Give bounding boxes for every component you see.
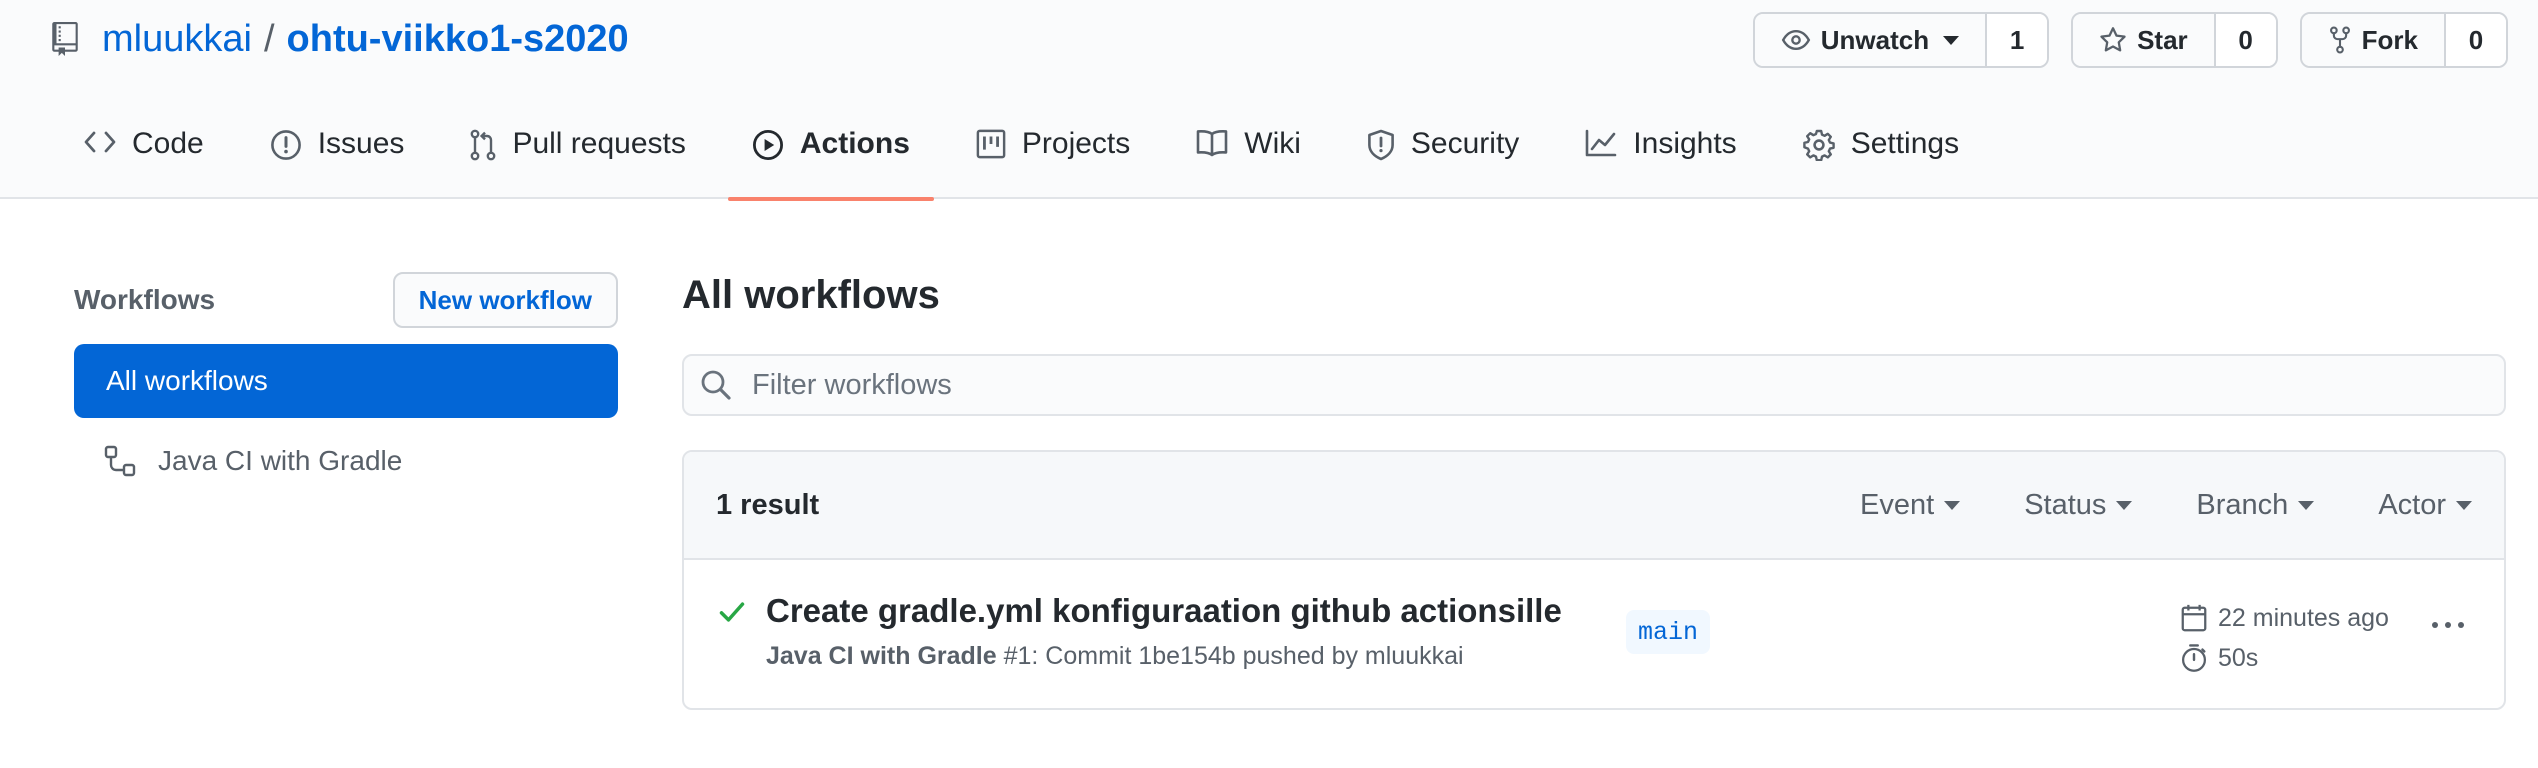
star-button[interactable]: Star xyxy=(2073,14,2214,66)
play-icon xyxy=(752,129,783,161)
search-icon xyxy=(701,370,731,400)
book-icon xyxy=(1196,129,1228,157)
issue-icon xyxy=(270,130,301,160)
project-icon xyxy=(976,129,1006,159)
unwatch-label: Unwatch xyxy=(1820,24,1930,55)
run-duration: 50s xyxy=(2218,643,2259,672)
workflows-main: All workflows 1 result Event Status Bran… xyxy=(682,265,2506,710)
tab-actions-label: Actions xyxy=(799,127,910,160)
star-count[interactable]: 0 xyxy=(2213,14,2276,66)
event-filter-label: Event xyxy=(1860,488,1935,521)
workflows-sidebar: Workflows New workflow All workflows Jav… xyxy=(74,270,618,498)
fork-group: Fork 0 xyxy=(2299,12,2508,68)
status-filter-label: Status xyxy=(2024,488,2107,521)
calendar-icon xyxy=(2181,604,2207,632)
repo-separator: / xyxy=(263,17,275,60)
tab-projects-label: Projects xyxy=(1021,127,1131,160)
chevron-down-icon xyxy=(2116,500,2133,510)
run-title-link[interactable]: Create gradle.yml konfiguraation github … xyxy=(766,592,1562,630)
result-count: 1 result xyxy=(716,488,820,521)
sidebar-item-label: All workflows xyxy=(106,365,268,396)
tab-settings[interactable]: Settings xyxy=(1779,109,1983,199)
pull-request-icon xyxy=(471,129,496,161)
stopwatch-icon xyxy=(2181,644,2207,672)
tab-code-label: Code xyxy=(132,127,204,160)
actor-filter-dropdown[interactable]: Actor xyxy=(2378,489,2472,522)
tab-actions[interactable]: Actions xyxy=(727,109,934,201)
watch-count[interactable]: 1 xyxy=(1985,14,2048,66)
run-time-ago: 22 minutes ago xyxy=(2218,603,2389,632)
unwatch-button[interactable]: Unwatch xyxy=(1754,14,1986,66)
fork-button[interactable]: Fork xyxy=(2301,14,2444,66)
tab-projects[interactable]: Projects xyxy=(952,109,1154,199)
run-meta-text: #1: Commit 1be154b pushed by mluukkai xyxy=(996,642,1464,670)
filter-box xyxy=(682,354,2506,416)
check-icon xyxy=(719,602,745,622)
run-filters: Event Status Branch Actor xyxy=(1796,489,2472,522)
eye-icon xyxy=(1781,30,1810,50)
workflow-run-row[interactable]: Create gradle.yml konfiguraation github … xyxy=(684,560,2504,708)
sidebar-item-java-ci-with-gradle[interactable]: Java CI with Gradle xyxy=(74,424,618,498)
repo-header: mluukkai / ohtu-viikko1-s2020 Unwatch 1 … xyxy=(0,0,2538,201)
run-workflow-name: Java CI with Gradle xyxy=(766,642,997,670)
star-icon xyxy=(2100,27,2126,52)
chevron-down-icon xyxy=(1943,35,1960,45)
repo-title: mluukkai / ohtu-viikko1-s2020 xyxy=(52,12,629,66)
tab-code[interactable]: Code xyxy=(60,109,228,199)
sidebar-item-all-workflows[interactable]: All workflows xyxy=(74,344,618,418)
fork-icon xyxy=(2329,26,2350,54)
graph-icon xyxy=(1585,129,1617,157)
new-workflow-button[interactable]: New workflow xyxy=(392,272,618,328)
tab-security[interactable]: Security xyxy=(1343,109,1543,199)
sidebar-title: Workflows xyxy=(74,284,216,315)
repo-icon xyxy=(52,20,84,58)
filter-workflows-input[interactable] xyxy=(752,368,2352,402)
tab-wiki-label: Wiki xyxy=(1244,127,1301,160)
repo-name-link[interactable]: ohtu-viikko1-s2020 xyxy=(287,18,629,61)
code-icon xyxy=(84,131,116,153)
pagehead-actions: Unwatch 1 Star 0 Fork 0 xyxy=(1731,12,2508,68)
run-time: 22 minutes ago 50s xyxy=(2180,598,2389,678)
sidebar-item-label: Java CI with Gradle xyxy=(158,445,403,476)
status-filter-dropdown[interactable]: Status xyxy=(2024,488,2133,522)
event-filter-dropdown[interactable]: Event xyxy=(1860,488,1961,522)
tab-pull-requests-label: Pull requests xyxy=(512,127,686,160)
branch-filter-dropdown[interactable]: Branch xyxy=(2196,488,2315,522)
branch-filter-label: Branch xyxy=(2196,488,2289,521)
tab-insights[interactable]: Insights xyxy=(1561,109,1760,199)
star-label: Star xyxy=(2137,24,2188,55)
watch-group: Unwatch 1 xyxy=(1752,12,2050,68)
page-title: All workflows xyxy=(682,272,940,317)
tab-insights-label: Insights xyxy=(1633,127,1737,160)
workflow-runs-box: 1 result Event Status Branch Actor Creat… xyxy=(682,450,2506,710)
repo-owner-link[interactable]: mluukkai xyxy=(102,18,252,61)
sidebar-header: Workflows New workflow xyxy=(74,270,618,330)
tab-settings-label: Settings xyxy=(1850,127,1960,160)
chevron-down-icon xyxy=(2456,500,2472,510)
results-header: 1 result Event Status Branch Actor xyxy=(684,452,2504,560)
repo-nav: Code Issues Pull requests Actions Projec… xyxy=(60,109,2001,201)
workflow-icon xyxy=(104,445,136,477)
fork-label: Fork xyxy=(2361,24,2418,55)
star-group: Star 0 xyxy=(2071,12,2278,68)
branch-tag[interactable]: main xyxy=(1626,610,1711,654)
tab-wiki[interactable]: Wiki xyxy=(1172,109,1325,199)
tab-security-label: Security xyxy=(1410,127,1520,160)
kebab-menu-icon[interactable] xyxy=(2432,622,2471,628)
tab-pull-requests[interactable]: Pull requests xyxy=(446,109,709,199)
gear-icon xyxy=(1802,129,1835,161)
tab-issues[interactable]: Issues xyxy=(246,109,429,199)
actor-filter-label: Actor xyxy=(2378,488,2446,521)
run-meta: Java CI with Gradle #1: Commit 1be154b p… xyxy=(766,642,1464,671)
tab-issues-label: Issues xyxy=(317,127,405,160)
shield-icon xyxy=(1368,129,1394,161)
chevron-down-icon xyxy=(2298,500,2315,510)
chevron-down-icon xyxy=(1944,500,1961,510)
fork-count[interactable]: 0 xyxy=(2444,14,2506,66)
